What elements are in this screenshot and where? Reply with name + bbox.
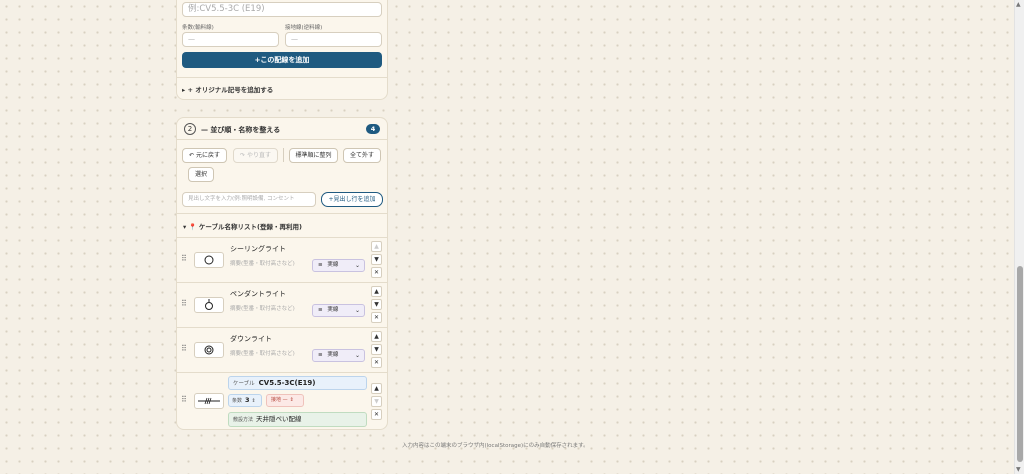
cable-name-input[interactable]: 例:CV5.5-3C (E19) [182, 2, 382, 17]
move-up-button[interactable]: ▲ [371, 383, 382, 394]
redo-button[interactable]: ↷ やり直す [233, 148, 278, 163]
chevron-down-icon: ⌄ [354, 352, 360, 359]
wiring-form-panel: 例:CV5.5-3C (E19) 条数(輸料線) 接地線(逆料線) — — +こ… [176, 0, 388, 100]
drag-handle-icon[interactable]: ⠿ [181, 299, 187, 308]
move-down-button[interactable]: ▼ [371, 344, 382, 355]
chevron-down-icon: ⌄ [354, 262, 360, 269]
cores-value: 3 [245, 396, 250, 404]
list-item: ⠿ シーリングライト 摘要(型番・取付高さなど) ≡ 実線 ⌄ ▲ ▼ ✕ [177, 237, 387, 282]
toolbar-separator [283, 148, 284, 162]
stepper-icon: ⇕ [251, 398, 256, 404]
order-names-panel: 2 — 並び順・名称を整える 4 ↶ 元に戻す ↷ やり直す 標準順に整列 全て… [176, 117, 388, 430]
drag-handle-icon[interactable]: ⠿ [181, 395, 187, 404]
move-up-button[interactable]: ▲ [371, 241, 382, 252]
line-style-value: 実線 [327, 262, 339, 268]
line-style-icon: ≡ [318, 352, 323, 358]
description-input[interactable]: 摘要(型番・取付高さなど) [228, 303, 308, 316]
page-scrollbar[interactable]: ▲ ▼ [1014, 0, 1024, 474]
ground-label: 接地 — [271, 397, 288, 403]
divider [177, 77, 387, 78]
step2-header: 2 — 並び順・名称を整える 4 [177, 118, 387, 140]
remove-button[interactable]: ✕ [371, 267, 382, 278]
drag-handle-icon[interactable]: ⠿ [181, 254, 187, 263]
downlight-symbol-icon [194, 342, 224, 358]
line-style-select[interactable]: ≡ 実線 ⌄ [312, 259, 365, 272]
item-count-badge: 4 [366, 124, 380, 134]
autosave-notice: 入力内容はこの端末のブラウザ内(localStorage)にのみ自動保存されます… [402, 443, 589, 449]
chevron-down-icon: ⌄ [354, 307, 360, 314]
scroll-down-icon[interactable]: ▼ [1016, 466, 1021, 473]
line-style-value: 実線 [327, 307, 339, 313]
pendant-light-symbol-icon [194, 297, 224, 313]
deselect-all-button[interactable]: 全て外す [343, 148, 381, 163]
add-wiring-button[interactable]: +この配線を追加 [182, 52, 382, 68]
line-style-select[interactable]: ≡ 実線 ⌄ [312, 304, 365, 317]
cores-label: 条数 [232, 398, 243, 404]
move-down-button[interactable]: ▼ [371, 299, 382, 310]
cable-list-item: ⠿ ケーブル CV5.5-3C(E19) 条数 3 ⇕ 接地 — ⇕ 敷設方法 天井隠ぺい… [177, 372, 387, 430]
heading-text-input[interactable]: 見出し文字を入力(例:照明設備, コンセント [182, 192, 316, 207]
item-name[interactable]: シーリングライト [230, 244, 286, 254]
list-item: ⠿ ペンダントライト 摘要(型番・取付高さなど) ≡ 実線 ⌄ ▲ ▼ ✕ [177, 282, 387, 327]
select-button[interactable]: 選択 [188, 167, 214, 182]
move-down-button[interactable]: ▼ [371, 254, 382, 265]
line-style-value: 実線 [327, 352, 339, 358]
scrollbar-thumb[interactable] [1017, 266, 1023, 462]
move-down-button[interactable]: ▼ [371, 396, 382, 407]
item-name[interactable]: ダウンライト [230, 334, 272, 344]
cable-name-field[interactable]: ケーブル CV5.5-3C(E19) [228, 376, 367, 390]
line-style-select[interactable]: ≡ 実線 ⌄ [312, 349, 365, 362]
ground-label: 接地線(逆料線) [285, 25, 323, 31]
description-input[interactable]: 摘要(型番・取付高さなど) [228, 258, 308, 271]
ceiling-light-symbol-icon [194, 252, 224, 268]
add-original-symbol-toggle[interactable]: ▸ + オリジナル記号を追加する [182, 84, 273, 94]
item-name[interactable]: ペンダントライト [230, 289, 286, 299]
step2-title: — 並び順・名称を整える [201, 126, 281, 134]
cores-stepper[interactable]: 条数 3 ⇕ [228, 394, 262, 407]
cable-value: CV5.5-3C(E19) [258, 379, 316, 387]
drag-handle-icon[interactable]: ⠿ [181, 344, 187, 353]
undo-button[interactable]: ↶ 元に戻す [182, 148, 227, 163]
installation-method-field[interactable]: 敷設方法 天井隠ぺい配線 [228, 412, 367, 427]
ground-input[interactable]: — [285, 32, 382, 47]
cores-label: 条数(輸料線) [182, 25, 214, 31]
add-heading-button[interactable]: +見出し行を追加 [321, 192, 383, 207]
cable-label: ケーブル [233, 381, 255, 387]
cable-name-list-toggle[interactable]: ▾ 📍 ケーブル名称リスト(登録・再利用) [183, 221, 302, 231]
stepper-icon: ⇕ [289, 397, 294, 403]
cable-wiring-symbol-icon [194, 393, 224, 409]
divider [177, 213, 387, 214]
move-up-button[interactable]: ▲ [371, 286, 382, 297]
description-input[interactable]: 摘要(型番・取付高さなど) [228, 348, 308, 361]
sort-standard-button[interactable]: 標準順に整列 [289, 148, 338, 163]
line-style-icon: ≡ [318, 307, 323, 313]
move-up-button[interactable]: ▲ [371, 331, 382, 342]
line-style-icon: ≡ [318, 262, 323, 268]
cores-input[interactable]: — [182, 32, 279, 47]
ground-stepper[interactable]: 接地 — ⇕ [266, 394, 304, 407]
method-label: 敷設方法 [233, 417, 254, 423]
scroll-up-icon[interactable]: ▲ [1016, 1, 1021, 8]
list-item: ⠿ ダウンライト 摘要(型番・取付高さなど) ≡ 実線 ⌄ ▲ ▼ ✕ [177, 327, 387, 372]
step-number-badge: 2 [184, 123, 196, 135]
remove-button[interactable]: ✕ [371, 312, 382, 323]
remove-button[interactable]: ✕ [371, 409, 382, 420]
remove-button[interactable]: ✕ [371, 357, 382, 368]
method-value: 天井隠ぺい配線 [256, 415, 302, 423]
